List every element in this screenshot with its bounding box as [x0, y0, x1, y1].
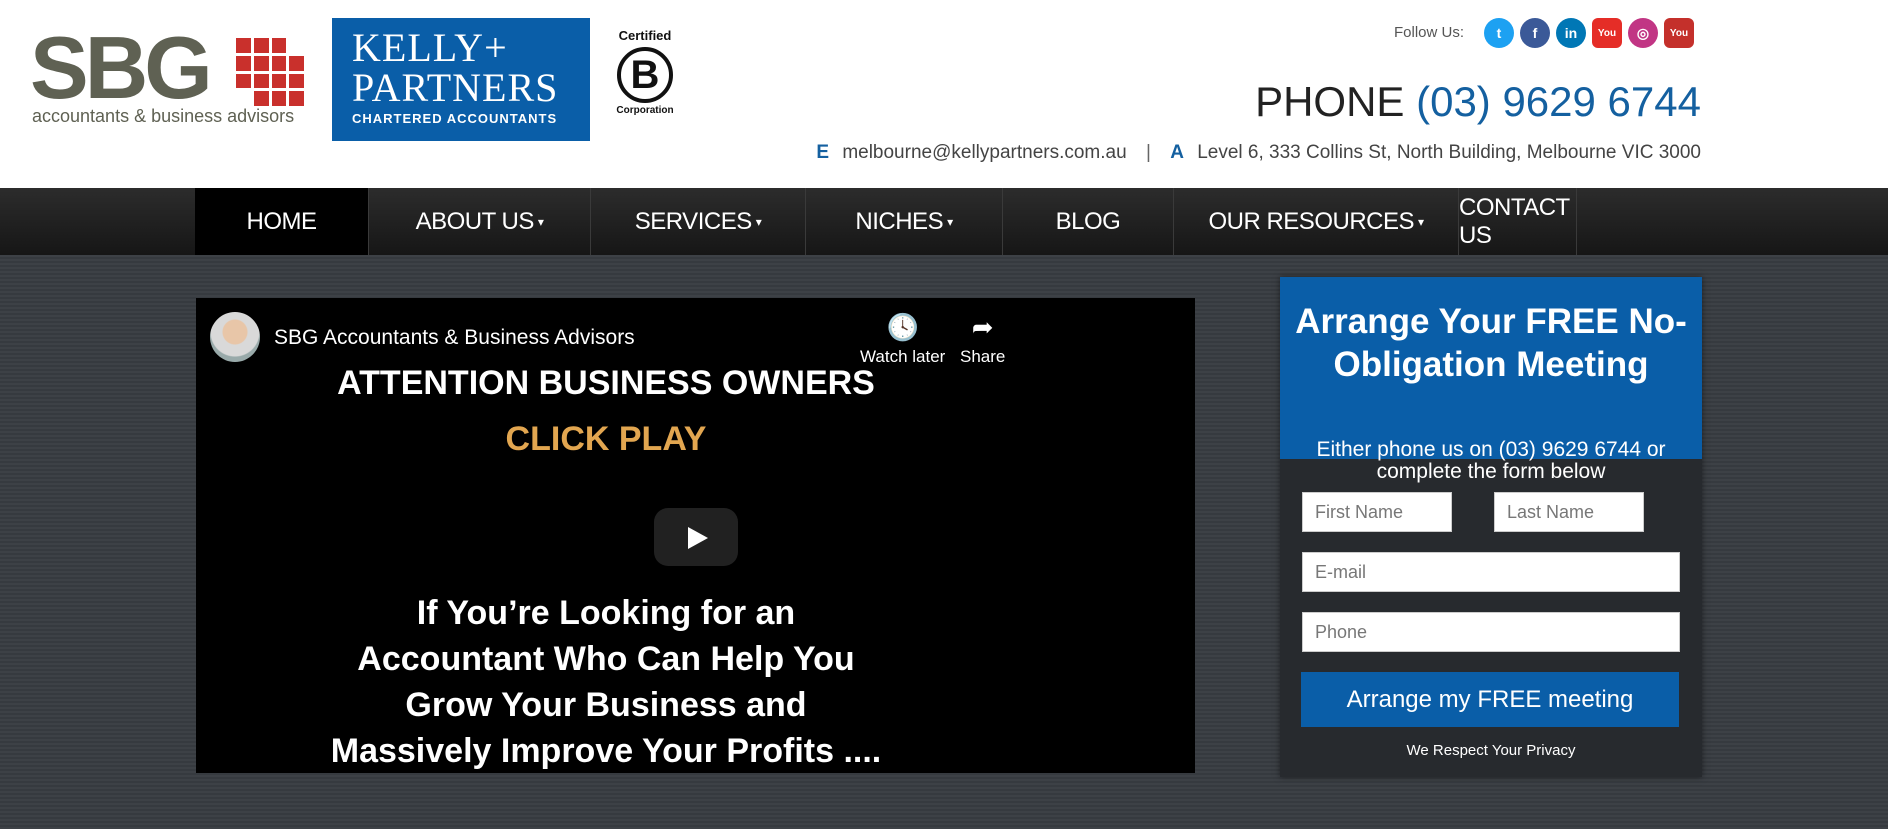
- nav-item-home[interactable]: HOME: [195, 188, 369, 255]
- kelly-partners-logo[interactable]: KELLY+ PARTNERS CHARTERED ACCOUNTANTS: [332, 18, 590, 141]
- nav-item-label: HOME: [246, 207, 318, 235]
- follow-us-label: Follow Us:: [1394, 24, 1465, 41]
- sbg-grid-icon: [236, 38, 304, 106]
- video-headline: ATTENTION BUSINESS OWNERS: [337, 364, 875, 402]
- video-body-text: If You’re Looking for an Accountant Who …: [330, 594, 882, 770]
- nav-item-services[interactable]: SERVICES ▾: [591, 188, 806, 255]
- phone-line: PHONE (03) 9629 6744: [1255, 78, 1701, 126]
- kp-name-line2: PARTNERS: [352, 65, 559, 110]
- kp-name-line1: KELLY+: [352, 25, 508, 70]
- site-header: SBG accountants & business advisors KELL…: [0, 0, 1888, 188]
- nav-item-blog[interactable]: BLOG: [1003, 188, 1174, 255]
- address-text: Level 6, 333 Collins St, North Building,…: [1197, 142, 1701, 163]
- nav-item-label: NICHES: [855, 207, 944, 235]
- youtube-icon[interactable]: You: [1592, 18, 1622, 48]
- phone-input[interactable]: Phone: [1302, 612, 1680, 652]
- clock-icon: 🕓: [886, 312, 919, 342]
- play-button[interactable]: [654, 508, 738, 566]
- video-cta-text: CLICK PLAY: [505, 420, 707, 458]
- watch-later-button[interactable]: 🕓 Watch later: [860, 312, 945, 367]
- share-icon: ➦: [971, 312, 994, 342]
- facebook-icon[interactable]: f: [1520, 18, 1550, 48]
- last-name-input[interactable]: Last Name: [1494, 492, 1644, 532]
- nav-item-label: ABOUT US: [415, 207, 535, 235]
- bcorp-b-icon: B: [617, 47, 673, 103]
- bcorp-bottom: Corporation: [616, 105, 674, 116]
- nav-item-our-resources[interactable]: OUR RESOURCES ▾: [1174, 188, 1459, 255]
- first-name-input[interactable]: First Name: [1302, 492, 1452, 532]
- main-nav: HOME ABOUT US ▾ SERVICES ▾ NICHES ▾ BLOG OUR RES…: [0, 188, 1888, 255]
- nav-item-niches[interactable]: NICHES ▾: [806, 188, 1003, 255]
- chevron-down-icon: ▾: [537, 214, 544, 229]
- email-link[interactable]: melbourne@kellypartners.com.au: [842, 142, 1126, 163]
- instagram-icon[interactable]: ◎: [1628, 18, 1658, 48]
- phone-label: PHONE: [1255, 78, 1405, 125]
- nav-item-label: BLOG: [1055, 207, 1121, 235]
- chevron-down-icon: ▾: [947, 214, 953, 229]
- chevron-down-icon: ▾: [1418, 214, 1424, 229]
- bcorp-logo: Certified B Corporation: [614, 28, 676, 128]
- channel-avatar[interactable]: [210, 312, 260, 362]
- video-player[interactable]: SBG Accountants & Business Advisors 🕓 Wa…: [196, 298, 1195, 773]
- nav-item-label: OUR RESOURCES: [1208, 207, 1414, 235]
- email-label: E: [816, 142, 830, 163]
- social-links: t f in You ◎ You: [1484, 18, 1694, 48]
- sbg-tagline: accountants & business advisors: [32, 106, 295, 126]
- chevron-down-icon: ▾: [755, 214, 762, 229]
- nav-item-label: SERVICES: [634, 207, 752, 235]
- contact-separator: |: [1145, 142, 1151, 163]
- phone-number-link[interactable]: (03) 9629 6744: [1416, 78, 1701, 125]
- sbg-logo[interactable]: SBG accountants & business advisors: [30, 18, 310, 128]
- youtube-alt-icon[interactable]: You: [1664, 18, 1694, 48]
- bcorp-top: Certified: [618, 28, 672, 43]
- form-title: Arrange Your FREE No-Obligation Meeting: [1295, 302, 1687, 384]
- nav-item-label: CONTACT US: [1459, 193, 1570, 249]
- meeting-form: Arrange Your FREE No-Obligation Meeting …: [1280, 277, 1702, 777]
- nav-list: HOME ABOUT US ▾ SERVICES ▾ NICHES ▾ BLOG OUR RES…: [195, 188, 1577, 255]
- twitter-icon[interactable]: t: [1484, 18, 1514, 48]
- sbg-wordmark: SBG: [30, 18, 213, 117]
- address-label: A: [1170, 142, 1184, 163]
- kp-subtitle: CHARTERED ACCOUNTANTS: [352, 111, 558, 126]
- share-button[interactable]: ➦ Share: [960, 312, 1005, 367]
- nav-item-about-us[interactable]: ABOUT US ▾: [369, 188, 591, 255]
- linkedin-icon[interactable]: in: [1556, 18, 1586, 48]
- form-subtitle: Either phone us on (03) 9629 6744 or com…: [1316, 438, 1666, 483]
- email-input[interactable]: E-mail: [1302, 552, 1680, 592]
- video-title[interactable]: SBG Accountants & Business Advisors: [274, 326, 635, 350]
- contact-line: E melbourne@kellypartners.com.au | A Lev…: [816, 142, 1701, 164]
- privacy-note: We Respect Your Privacy: [1406, 742, 1576, 759]
- kp-name: KELLY+ PARTNERS: [352, 28, 558, 108]
- nav-item-contact-us[interactable]: CONTACT US: [1459, 188, 1577, 255]
- submit-button[interactable]: Arrange my FREE meeting: [1301, 672, 1679, 727]
- hero-section: SBG Accountants & Business Advisors 🕓 Wa…: [0, 255, 1888, 829]
